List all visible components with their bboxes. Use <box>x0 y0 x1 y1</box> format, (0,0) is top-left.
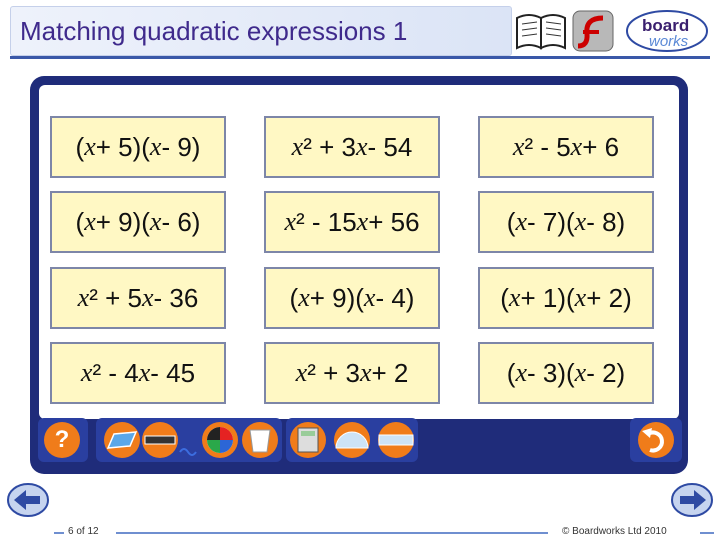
footer-rule-right <box>700 532 714 534</box>
toolbar-icons <box>104 422 674 458</box>
ruler-icon[interactable] <box>378 422 414 458</box>
bin-icon[interactable] <box>242 422 278 458</box>
color-wheel-icon[interactable] <box>202 422 238 458</box>
footer-rule-left <box>54 532 64 534</box>
next-slide-arrow-icon[interactable] <box>670 482 714 518</box>
previous-slide-arrow-icon[interactable] <box>6 482 50 518</box>
copyright: © Boardworks Ltd 2010 <box>562 526 667 537</box>
protractor-icon[interactable] <box>334 422 370 458</box>
highlighter-icon[interactable] <box>104 422 140 458</box>
pen-icon[interactable] <box>142 422 197 458</box>
page-indicator: 6 of 12 <box>68 526 99 537</box>
calculator-icon[interactable] <box>290 422 326 458</box>
footer-rule-middle <box>116 532 548 534</box>
return-arrow-icon[interactable] <box>638 422 674 458</box>
